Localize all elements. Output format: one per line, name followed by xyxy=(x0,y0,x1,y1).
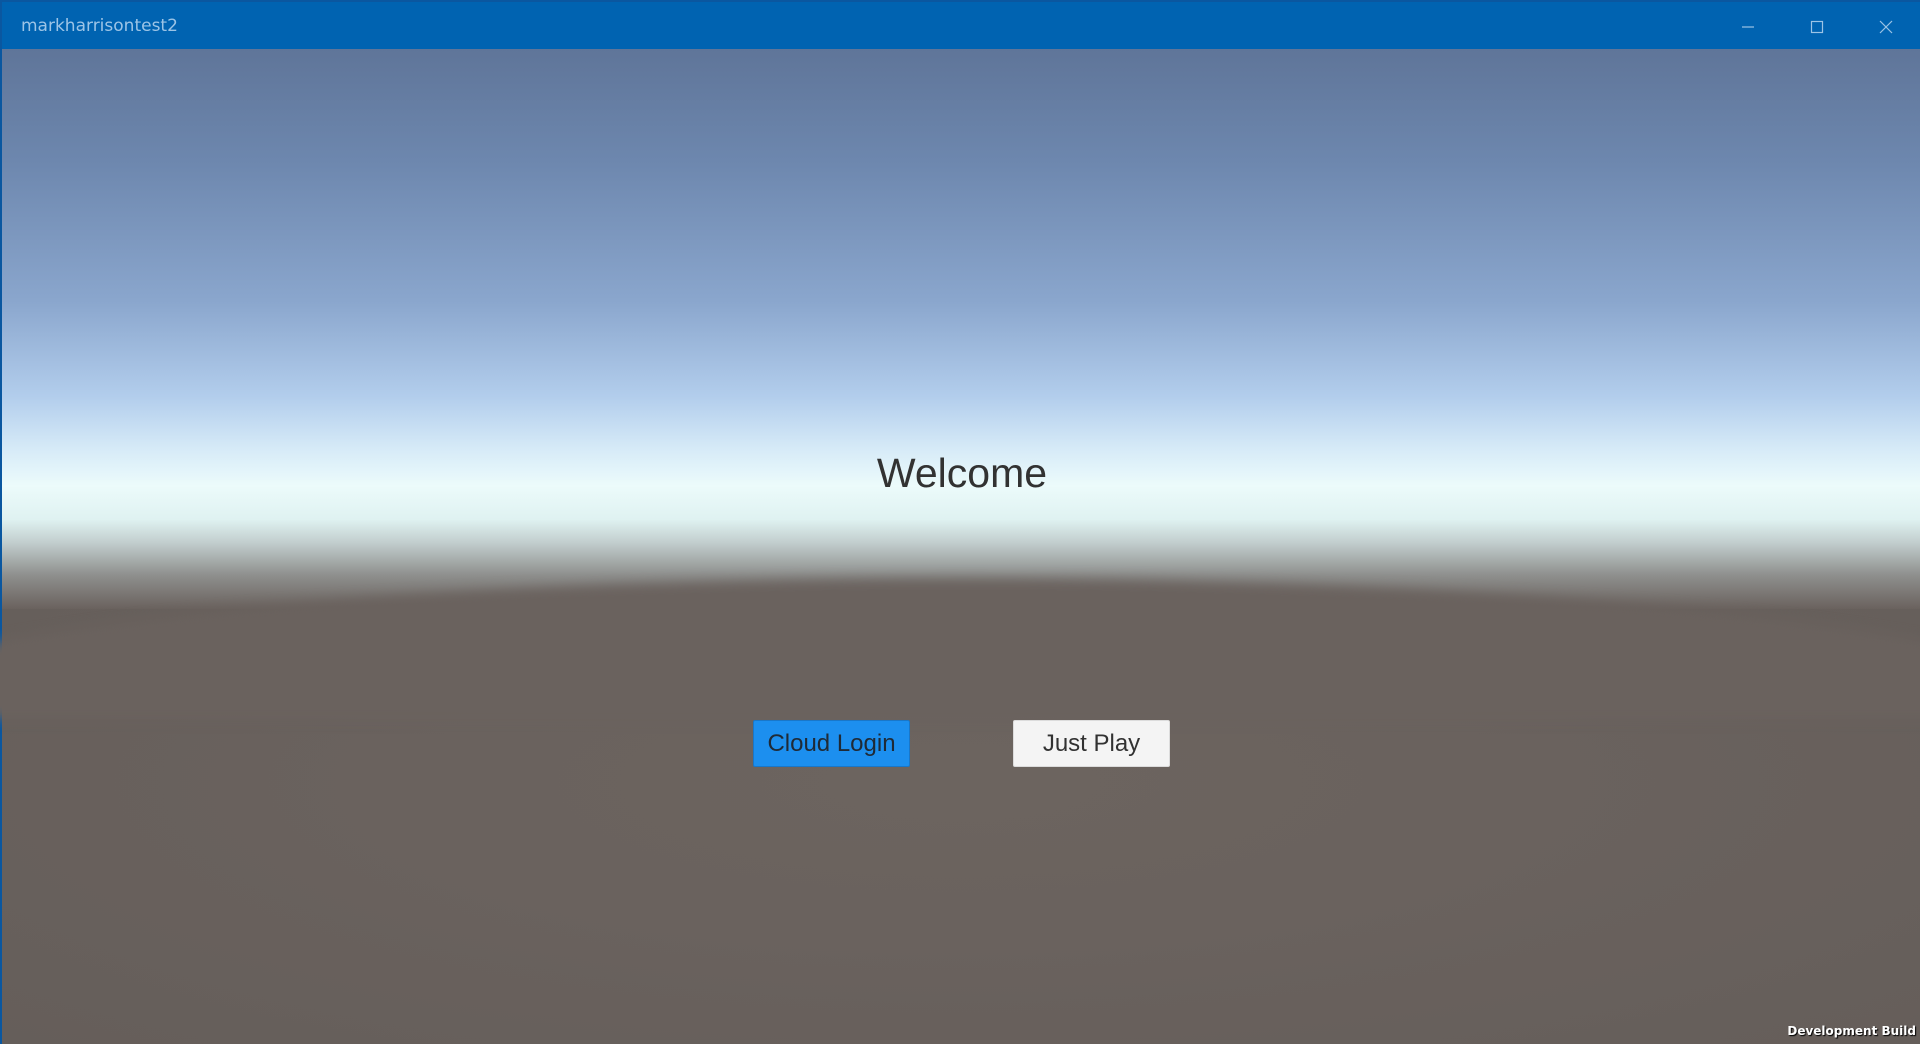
close-button[interactable] xyxy=(1851,2,1920,51)
close-icon xyxy=(1879,20,1892,33)
minimize-icon xyxy=(1741,25,1754,28)
game-viewport[interactable]: Welcome Cloud Login Just Play Developmen… xyxy=(0,49,1920,1044)
minimize-button[interactable] xyxy=(1713,2,1782,51)
cloud-login-button[interactable]: Cloud Login xyxy=(753,720,910,767)
just-play-button[interactable]: Just Play xyxy=(1013,720,1170,767)
development-build-watermark: Development Build xyxy=(1787,1024,1916,1038)
maximize-icon xyxy=(1810,20,1823,33)
window-controls xyxy=(1713,2,1920,51)
skybox xyxy=(2,49,1920,609)
welcome-heading: Welcome xyxy=(876,450,1048,496)
window-title: markharrisontest2 xyxy=(21,16,178,36)
app-window: markharrisontest2 Welcome Cloud Login Ju… xyxy=(0,0,1920,1044)
title-bar[interactable]: markharrisontest2 xyxy=(0,0,1920,49)
maximize-button[interactable] xyxy=(1782,2,1851,51)
